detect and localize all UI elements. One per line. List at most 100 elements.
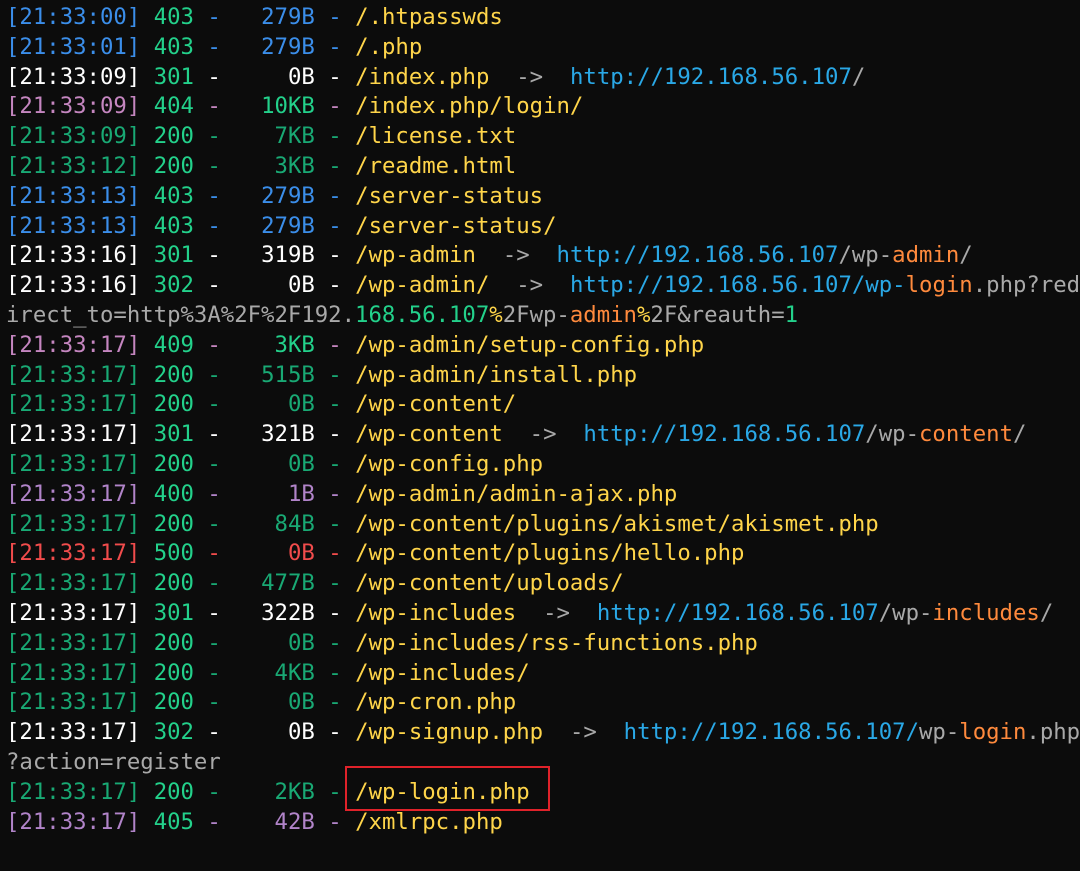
log-timestamp: [21:33:17]	[6, 599, 141, 626]
log-line: [21:33:09] 301 - 0B - /index.php -> http…	[6, 63, 1080, 93]
separator-dash: -	[328, 689, 342, 716]
response-size: 2KB	[274, 778, 315, 805]
redirect-url-part: http://192.168.56.107	[556, 242, 839, 269]
response-size: 4KB	[274, 659, 315, 686]
separator-dash: -	[207, 152, 221, 179]
response-size: 0B	[287, 391, 315, 418]
request-path: /wp-admin/	[355, 272, 490, 299]
log-line: [21:33:16] 302 - 0B - /wp-admin/ -> http…	[6, 271, 1080, 301]
log-timestamp: [21:33:16]	[6, 272, 141, 299]
request-path: /wp-includes	[355, 599, 517, 626]
request-path: /wp-includes/rss-functions.php	[355, 629, 758, 656]
status-code: 404	[153, 93, 194, 120]
redirect-arrow: ->	[502, 242, 530, 269]
log-timestamp: [21:33:09]	[6, 63, 141, 90]
wrapped-text-part: 168.56.107	[355, 301, 490, 328]
log-line: [21:33:12] 200 - 3KB - /readme.html	[6, 152, 1080, 182]
separator-dash: -	[207, 93, 221, 120]
log-line: [21:33:17] 301 - 321B - /wp-content -> h…	[6, 420, 1080, 450]
request-path: /readme.html	[355, 152, 517, 179]
separator-dash: -	[328, 331, 342, 358]
separator-dash: -	[328, 152, 342, 179]
separator-dash: -	[207, 659, 221, 686]
separator-dash: -	[328, 599, 342, 626]
redirect-url-part: /	[1039, 599, 1054, 626]
log-timestamp: [21:33:16]	[6, 242, 141, 269]
status-code: 200	[153, 629, 194, 656]
response-size: 279B	[261, 33, 315, 60]
separator-dash: -	[328, 450, 342, 477]
separator-dash: -	[207, 331, 221, 358]
status-code: 302	[153, 719, 194, 746]
redirect-url-part: /	[905, 719, 919, 746]
status-code: 200	[153, 570, 194, 597]
separator-dash: -	[207, 123, 221, 150]
log-line: [21:33:17] 200 - 84B - /wp-content/plugi…	[6, 510, 1080, 540]
log-timestamp: [21:33:13]	[6, 182, 141, 209]
separator-dash: -	[328, 182, 342, 209]
separator-dash: -	[328, 212, 342, 239]
request-path: /wp-content/plugins/hello.php	[355, 540, 745, 567]
separator-dash: -	[207, 599, 221, 626]
separator-dash: -	[207, 570, 221, 597]
separator-dash: -	[328, 242, 342, 269]
status-code: 409	[153, 331, 194, 358]
status-code: 200	[153, 659, 194, 686]
redirect-arrow: ->	[569, 719, 597, 746]
wrapped-text-part: %	[489, 301, 503, 328]
separator-dash: -	[328, 629, 342, 656]
redirect-url-part: http://192.168.56.107	[569, 272, 852, 299]
separator-dash: -	[207, 4, 221, 30]
log-line: [21:33:17] 200 - 477B - /wp-content/uplo…	[6, 569, 1080, 599]
separator-dash: -	[207, 272, 221, 299]
log-line: [21:33:17] 200 - 0B - /wp-cron.php	[6, 688, 1080, 718]
separator-dash: -	[328, 510, 342, 537]
redirect-url-part: /	[851, 272, 866, 299]
request-path: /wp-admin/admin-ajax.php	[355, 480, 678, 507]
redirect-url-part: admin	[892, 242, 960, 269]
response-size: 42B	[274, 808, 315, 835]
status-code: 403	[153, 33, 194, 60]
response-size: 1B	[287, 480, 315, 507]
log-line: [21:33:17] 500 - 0B - /wp-content/plugin…	[6, 539, 1080, 569]
log-line-wrap: irect_to=http%3A%2F%2F192.168.56.107%2Fw…	[6, 301, 1080, 331]
separator-dash: -	[207, 212, 221, 239]
status-code: 403	[153, 4, 194, 30]
log-timestamp: [21:33:17]	[6, 510, 141, 537]
redirect-url-part: /	[851, 63, 866, 90]
log-timestamp: [21:33:17]	[6, 659, 141, 686]
log-line: [21:33:17] 409 - 3KB - /wp-admin/setup-c…	[6, 331, 1080, 361]
separator-dash: -	[328, 480, 342, 507]
redirect-url-part: .php	[1026, 719, 1080, 746]
separator-dash: -	[328, 570, 342, 597]
redirect-url-part: login	[959, 719, 1027, 746]
separator-dash: -	[328, 33, 342, 60]
log-timestamp: [21:33:17]	[6, 361, 141, 388]
request-path: /.php	[355, 33, 423, 60]
response-size: 0B	[287, 63, 315, 90]
separator-dash: -	[328, 361, 342, 388]
log-line: [21:33:00] 403 - 279B - /.htpasswds	[6, 3, 1080, 33]
request-path: /license.txt	[355, 123, 517, 150]
response-size: 279B	[261, 212, 315, 239]
redirect-arrow: ->	[543, 599, 570, 626]
highlight-box	[345, 766, 550, 811]
wrapped-text-part: admin	[569, 301, 637, 328]
separator-dash: -	[207, 391, 221, 418]
response-size: 0B	[287, 450, 315, 477]
response-size: 319B	[261, 242, 315, 269]
response-size: 3KB	[274, 331, 315, 358]
redirect-url-part: /wp-	[878, 599, 933, 626]
request-path: /wp-content/uploads/	[355, 570, 624, 597]
response-size: 0B	[287, 540, 315, 567]
status-code: 403	[153, 212, 194, 239]
redirect-url-part: content	[919, 421, 1013, 448]
log-line: [21:33:01] 403 - 279B - /.php	[6, 33, 1080, 63]
response-size: 84B	[274, 510, 315, 537]
log-line: [21:33:16] 301 - 319B - /wp-admin -> htt…	[6, 241, 1080, 271]
separator-dash: -	[207, 63, 221, 90]
redirect-url-part: /	[959, 242, 973, 269]
separator-dash: -	[328, 808, 342, 835]
log-line: [21:33:17] 405 - 42B - /xmlrpc.php	[6, 808, 1080, 838]
separator-dash: -	[207, 689, 221, 716]
